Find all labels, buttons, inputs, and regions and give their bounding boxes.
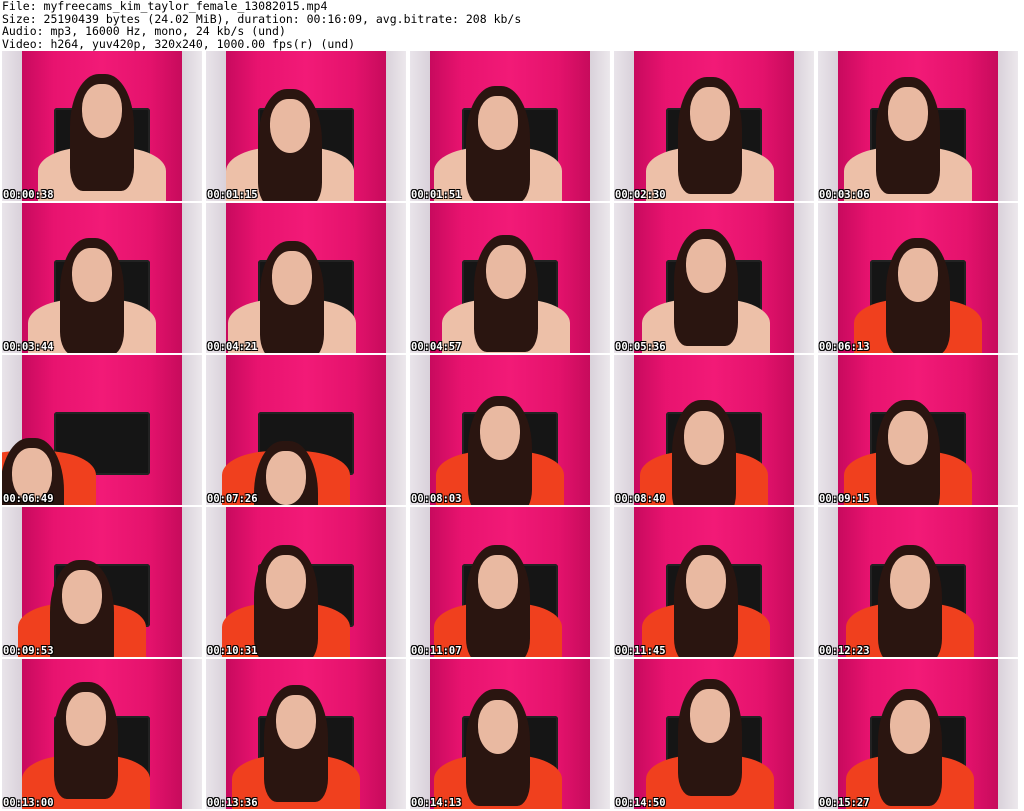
timestamp-label: 00:02:30: [615, 189, 666, 201]
video-thumbnail: 00:09:53: [2, 507, 202, 657]
video-thumbnail: 00:03:44: [2, 203, 202, 353]
video-thumbnail: 00:14:50: [614, 659, 814, 809]
timestamp-label: 00:07:26: [207, 493, 258, 505]
timestamp-label: 00:00:38: [3, 189, 54, 201]
person-figure: [818, 659, 1018, 809]
person-figure: [2, 355, 202, 505]
video-thumbnail: 00:03:06: [818, 51, 1018, 201]
person-figure: [410, 203, 610, 353]
video-thumbnail: 00:00:38: [2, 51, 202, 201]
thumbnail-grid: 00:00:38 00:01:15 00:01:51 00:02:30 00:03:06…: [2, 51, 1022, 810]
video-thumbnail: 00:04:21: [206, 203, 406, 353]
timestamp-label: 00:11:07: [411, 645, 462, 657]
timestamp-label: 00:14:13: [411, 797, 462, 809]
video-thumbnail: 00:09:15: [818, 355, 1018, 505]
video-thumbnail: 00:07:26: [206, 355, 406, 505]
timestamp-label: 00:03:44: [3, 341, 54, 353]
video-thumbnail: 00:05:36: [614, 203, 814, 353]
person-figure: [614, 51, 814, 201]
video-line: Video: h264, yuv420p, 320x240, 1000.00 f…: [2, 36, 356, 51]
timestamp-label: 00:10:31: [207, 645, 258, 657]
file-info-header: File: myfreecams_kim_taylor_female_13082…: [2, 0, 521, 50]
file-line: File: myfreecams_kim_taylor_female_13082…: [2, 0, 328, 13]
video-thumbnail: 00:15:27: [818, 659, 1018, 809]
timestamp-label: 00:09:53: [3, 645, 54, 657]
person-figure: [2, 51, 202, 201]
video-thumbnail: 00:14:13: [410, 659, 610, 809]
person-figure: [410, 355, 610, 505]
timestamp-label: 00:08:03: [411, 493, 462, 505]
timestamp-label: 00:04:57: [411, 341, 462, 353]
person-figure: [206, 659, 406, 809]
timestamp-label: 00:06:49: [3, 493, 54, 505]
timestamp-label: 00:06:13: [819, 341, 870, 353]
person-figure: [818, 203, 1018, 353]
person-figure: [818, 51, 1018, 201]
video-thumbnail: 00:02:30: [614, 51, 814, 201]
video-thumbnail: 00:11:07: [410, 507, 610, 657]
timestamp-label: 00:14:50: [615, 797, 666, 809]
person-figure: [410, 659, 610, 809]
person-figure: [410, 51, 610, 201]
timestamp-label: 00:12:23: [819, 645, 870, 657]
person-figure: [2, 203, 202, 353]
person-figure: [614, 507, 814, 657]
timestamp-label: 00:09:15: [819, 493, 870, 505]
timestamp-label: 00:01:15: [207, 189, 258, 201]
person-figure: [614, 659, 814, 809]
person-figure: [614, 355, 814, 505]
timestamp-label: 00:08:40: [615, 493, 666, 505]
audio-line: Audio: mp3, 16000 Hz, mono, 24 kb/s (und…: [2, 24, 286, 38]
person-figure: [206, 507, 406, 657]
person-figure: [410, 507, 610, 657]
timestamp-label: 00:04:21: [207, 341, 258, 353]
person-figure: [206, 203, 406, 353]
timestamp-label: 00:11:45: [615, 645, 666, 657]
person-figure: [818, 355, 1018, 505]
video-thumbnail: 00:04:57: [410, 203, 610, 353]
timestamp-label: 00:13:36: [207, 797, 258, 809]
timestamp-label: 00:13:00: [3, 797, 54, 809]
video-thumbnail: 00:06:49: [2, 355, 202, 505]
video-thumbnail: 00:13:00: [2, 659, 202, 809]
person-figure: [2, 507, 202, 657]
video-thumbnail: 00:01:51: [410, 51, 610, 201]
person-figure: [2, 659, 202, 809]
video-thumbnail: 00:08:40: [614, 355, 814, 505]
person-figure: [818, 507, 1018, 657]
person-figure: [614, 203, 814, 353]
timestamp-label: 00:01:51: [411, 189, 462, 201]
person-figure: [206, 51, 406, 201]
video-thumbnail: 00:06:13: [818, 203, 1018, 353]
timestamp-label: 00:03:06: [819, 189, 870, 201]
video-thumbnail: 00:11:45: [614, 507, 814, 657]
timestamp-label: 00:15:27: [819, 797, 870, 809]
timestamp-label: 00:05:36: [615, 341, 666, 353]
video-thumbnail: 00:01:15: [206, 51, 406, 201]
video-thumbnail: 00:12:23: [818, 507, 1018, 657]
video-thumbnail: 00:08:03: [410, 355, 610, 505]
video-thumbnail: 00:13:36: [206, 659, 406, 809]
video-thumbnail: 00:10:31: [206, 507, 406, 657]
person-figure: [206, 355, 406, 505]
